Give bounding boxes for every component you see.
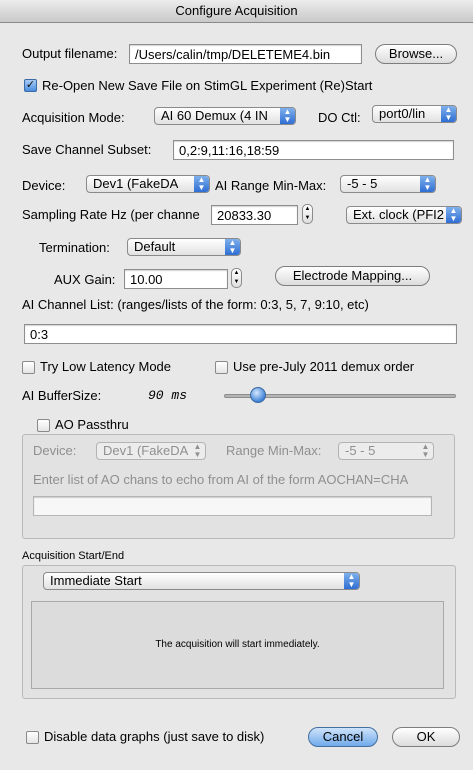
checkmark-icon: ✓: [25, 79, 36, 91]
reopen-label: Re-Open New Save File on StimGL Experime…: [42, 78, 373, 93]
pre-july-checkbox[interactable]: [215, 361, 228, 374]
ai-chan-list-label: AI Channel List: (ranges/lists of the fo…: [22, 297, 369, 312]
ao-range-value: -5 - 5: [345, 443, 376, 458]
ok-button[interactable]: OK: [392, 727, 460, 747]
acq-start-value: Immediate Start: [50, 573, 142, 588]
aux-gain-field[interactable]: 10.00: [124, 269, 228, 289]
sampling-rate-field[interactable]: 20833.30: [211, 205, 298, 225]
popup-arrows-icon: ▲ ▼: [421, 442, 430, 459]
acq-start-description: The acquisition will start immediately.: [155, 639, 320, 650]
clock-source-value: Ext. clock (PFI2: [353, 207, 445, 222]
ao-device-popup[interactable]: Dev1 (FakeDA ▲ ▼: [96, 442, 206, 460]
browse-button[interactable]: Browse...: [375, 44, 457, 64]
acq-start-group-label: Acquisition Start/End: [22, 550, 125, 562]
acq-mode-popup[interactable]: AI 60 Demux (4 IN ▲ ▼: [154, 107, 296, 125]
acq-mode-value: AI 60 Demux (4 IN: [161, 108, 268, 123]
popup-arrows-icon: ▲ ▼: [225, 239, 240, 255]
termination-popup[interactable]: Default ▲ ▼: [127, 238, 241, 256]
ai-range-popup[interactable]: -5 - 5 ▲ ▼: [340, 175, 436, 193]
ao-range-popup[interactable]: -5 - 5 ▲ ▼: [338, 442, 434, 460]
ao-instructions-text: Enter list of AO chans to echo from AI o…: [33, 472, 409, 487]
do-ctl-value: port0/lin: [379, 106, 426, 121]
low-latency-label: Try Low Latency Mode: [40, 359, 172, 374]
aux-gain-label: AUX Gain:: [54, 272, 116, 287]
output-filename-field[interactable]: /Users/calin/tmp/DELETEME4.bin: [129, 44, 362, 64]
device-popup[interactable]: Dev1 (FakeDA ▲ ▼: [86, 175, 210, 193]
do-ctl-popup[interactable]: port0/lin ▲ ▼: [372, 105, 457, 123]
disable-graphs-label: Disable data graphs (just save to disk): [44, 729, 265, 744]
sampling-rate-label: Sampling Rate Hz (per channe: [22, 207, 200, 222]
electrode-mapping-button[interactable]: Electrode Mapping...: [275, 266, 430, 286]
acq-start-popup[interactable]: Immediate Start ▲ ▼: [43, 572, 360, 590]
ao-passthru-label: AO Passthru: [55, 417, 129, 432]
ai-range-label: AI Range Min-Max:: [215, 178, 327, 193]
popup-arrows-icon: ▲ ▼: [194, 176, 209, 192]
ai-chan-list-field[interactable]: 0:3: [24, 324, 457, 344]
ao-passthru-checkbox[interactable]: [37, 419, 50, 432]
buffer-size-slider-knob[interactable]: [249, 387, 266, 403]
reopen-checkbox[interactable]: ✓: [24, 79, 37, 92]
ao-chan-field[interactable]: [33, 496, 432, 516]
pre-july-label: Use pre-July 2011 demux order: [233, 359, 415, 374]
aux-gain-stepper[interactable]: ▲ ▼: [231, 268, 242, 288]
ai-range-value: -5 - 5: [347, 176, 378, 191]
popup-arrows-icon: ▲ ▼: [344, 573, 359, 589]
popup-arrows-icon: ▲ ▼: [441, 106, 456, 122]
window-title: Configure Acquisition: [175, 3, 298, 18]
buffer-size-label: AI BufferSize:: [22, 388, 102, 403]
popup-arrows-icon: ▲ ▼: [446, 207, 461, 223]
low-latency-checkbox[interactable]: [22, 361, 35, 374]
disable-graphs-checkbox[interactable]: [26, 731, 39, 744]
ao-device-value: Dev1 (FakeDA: [103, 443, 189, 458]
popup-arrows-icon: ▲ ▼: [420, 176, 435, 192]
output-filename-label: Output filename:: [22, 46, 118, 61]
buffer-size-value: 90 ms: [148, 388, 188, 403]
termination-label: Termination:: [39, 240, 110, 255]
cancel-button[interactable]: Cancel: [308, 727, 378, 747]
sampling-rate-stepper[interactable]: ▲ ▼: [302, 204, 313, 224]
ao-range-label: Range Min-Max:: [226, 443, 322, 458]
popup-arrows-icon: ▲ ▼: [280, 108, 295, 124]
acq-mode-label: Acquisition Mode:: [22, 110, 125, 125]
ao-device-label: Device:: [33, 443, 77, 458]
device-label: Device:: [22, 178, 66, 193]
termination-value: Default: [134, 239, 176, 254]
popup-arrows-icon: ▲ ▼: [193, 442, 202, 459]
device-value: Dev1 (FakeDA: [93, 176, 179, 191]
do-ctl-label: DO Ctl:: [318, 110, 361, 125]
save-subset-field[interactable]: 0,2:9,11:16,18:59: [173, 140, 454, 160]
window-title-bar: Configure Acquisition: [0, 0, 473, 23]
save-subset-label: Save Channel Subset:: [22, 142, 152, 157]
stepper-arrows-icon: ▲ ▼: [304, 206, 311, 221]
clock-source-popup[interactable]: Ext. clock (PFI2 ▲ ▼: [346, 206, 462, 224]
stepper-arrows-icon: ▲ ▼: [233, 270, 240, 285]
